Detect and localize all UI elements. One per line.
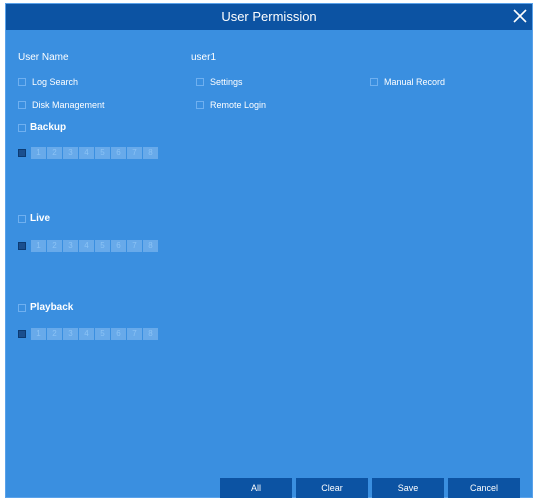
manual-record-label: Manual Record [384, 77, 446, 87]
select-all-channels-checkbox[interactable] [18, 242, 26, 250]
live-section-checkbox[interactable]: Live [18, 213, 50, 224]
channel-7[interactable]: 7 [127, 328, 142, 340]
channel-3[interactable]: 3 [63, 147, 78, 159]
channel-2[interactable]: 2 [47, 328, 62, 340]
clear-button[interactable]: Clear [296, 478, 368, 498]
backup-section-label: Backup [30, 122, 67, 133]
channel-8[interactable]: 8 [143, 328, 158, 340]
title-bar: User Permission [6, 4, 532, 30]
channel-7[interactable]: 7 [127, 240, 142, 252]
checkbox-icon[interactable] [370, 78, 378, 86]
user-name-label: User Name [18, 52, 69, 63]
channel-6[interactable]: 6 [111, 147, 126, 159]
checkbox-icon[interactable] [196, 78, 204, 86]
close-icon[interactable] [510, 6, 530, 26]
remote-login-checkbox[interactable]: Remote Login [196, 100, 266, 110]
dialog-title: User Permission [221, 9, 317, 24]
select-all-channels-checkbox[interactable] [18, 330, 26, 338]
channel-1[interactable]: 1 [31, 240, 46, 252]
user-name-value: user1 [191, 52, 217, 63]
channel-2[interactable]: 2 [47, 147, 62, 159]
select-all-channels-checkbox[interactable] [18, 149, 26, 157]
channel-7[interactable]: 7 [127, 147, 142, 159]
channel-1[interactable]: 1 [31, 328, 46, 340]
checkbox-icon[interactable] [18, 78, 26, 86]
channel-2[interactable]: 2 [47, 240, 62, 252]
channel-4[interactable]: 4 [79, 147, 94, 159]
backup-channel-row: 1 2 3 4 5 6 7 8 [18, 147, 159, 159]
manual-record-checkbox[interactable]: Manual Record [370, 77, 445, 87]
backup-section-checkbox[interactable]: Backup [18, 122, 66, 133]
channel-8[interactable]: 8 [143, 147, 158, 159]
playback-channel-row: 1 2 3 4 5 6 7 8 [18, 328, 159, 340]
settings-checkbox[interactable]: Settings [196, 77, 243, 87]
checkbox-icon[interactable] [18, 123, 26, 132]
channel-6[interactable]: 6 [111, 328, 126, 340]
playback-section-label: Playback [30, 302, 74, 313]
checkbox-icon[interactable] [18, 214, 26, 223]
channel-4[interactable]: 4 [79, 328, 94, 340]
playback-section-checkbox[interactable]: Playback [18, 302, 73, 313]
remote-login-label: Remote Login [210, 100, 267, 110]
live-channel-row: 1 2 3 4 5 6 7 8 [18, 240, 159, 252]
channel-5[interactable]: 5 [95, 328, 110, 340]
channel-6[interactable]: 6 [111, 240, 126, 252]
channel-5[interactable]: 5 [95, 147, 110, 159]
channel-4[interactable]: 4 [79, 240, 94, 252]
log-search-label: Log Search [32, 77, 79, 87]
disk-management-checkbox[interactable]: Disk Management [18, 100, 105, 110]
cancel-button[interactable]: Cancel [448, 478, 520, 498]
checkbox-icon[interactable] [18, 101, 26, 109]
save-button[interactable]: Save [372, 478, 444, 498]
checkbox-icon[interactable] [196, 101, 204, 109]
user-permission-dialog: User Permission User Name user1 Log Sear… [5, 3, 533, 498]
channel-3[interactable]: 3 [63, 328, 78, 340]
channel-8[interactable]: 8 [143, 240, 158, 252]
log-search-checkbox[interactable]: Log Search [18, 77, 78, 87]
channel-5[interactable]: 5 [95, 240, 110, 252]
settings-label: Settings [210, 77, 243, 87]
all-button[interactable]: All [220, 478, 292, 498]
disk-management-label: Disk Management [32, 100, 105, 110]
checkbox-icon[interactable] [18, 303, 26, 312]
channel-1[interactable]: 1 [31, 147, 46, 159]
channel-3[interactable]: 3 [63, 240, 78, 252]
live-section-label: Live [30, 213, 51, 224]
